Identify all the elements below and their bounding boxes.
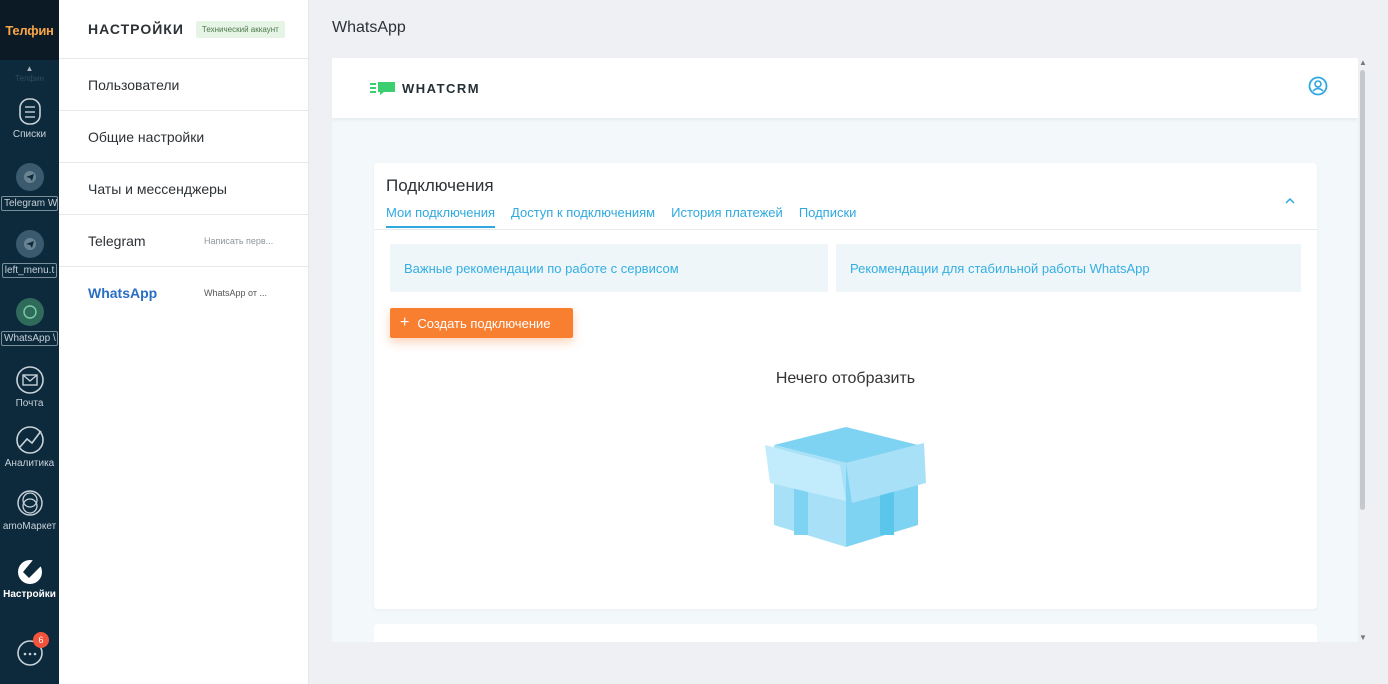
settings-item-label: WhatsApp xyxy=(88,285,158,301)
nav-label: left_menu.t xyxy=(1,263,58,278)
empty-box-icon xyxy=(764,425,928,554)
settings-item-sub: Написать перв... xyxy=(204,235,274,246)
settings-title: НАСТРОЙКИ xyxy=(88,21,184,37)
app-logo[interactable]: Телфин xyxy=(0,0,59,60)
account-badge: Технический аккаунт xyxy=(195,20,285,38)
nav-label: WhatsApp \ xyxy=(1,331,58,346)
card-title: Подключения xyxy=(386,176,494,195)
nav-item-telegram-w[interactable]: Telegram W xyxy=(0,162,59,214)
settings-item-whatsapp[interactable]: WhatsApp WhatsApp от ... xyxy=(59,267,308,319)
scrollbar[interactable]: ▲ ▼ xyxy=(1358,58,1368,642)
scroll-down-arrow[interactable]: ▼ xyxy=(1359,633,1367,642)
settings-item-label: Чаты и мессенджеры xyxy=(88,180,227,197)
nav-item-left-menu[interactable]: left_menu.t xyxy=(0,229,59,281)
nav-label: Аналитика xyxy=(4,458,55,469)
scroll-up-arrow[interactable]: ▲ xyxy=(1359,58,1367,67)
nav-scroll-up[interactable]: ▲ Телфин xyxy=(0,64,59,84)
settings-panel: НАСТРОЙКИ Технический аккаунт Пользовате… xyxy=(59,0,309,684)
settings-item-telegram[interactable]: Telegram Написать перв... xyxy=(59,215,308,267)
nav-scroll-hint: Телфин xyxy=(15,74,44,83)
user-profile-icon[interactable] xyxy=(1308,76,1328,101)
whatcrm-logo: WHATCRM xyxy=(370,81,480,96)
nav-label: Настройки xyxy=(3,589,56,600)
nav-item-whatsapp[interactable]: WhatsApp \ xyxy=(0,297,59,349)
settings-item-chats[interactable]: Чаты и мессенджеры xyxy=(59,163,308,215)
chevron-up-icon[interactable] xyxy=(1285,193,1295,207)
widget-topbar: WHATCRM xyxy=(332,58,1358,118)
nav-item-lists[interactable]: Списки xyxy=(0,96,59,141)
settings-item-general[interactable]: Общие настройки xyxy=(59,111,308,163)
recommendation-link-whatsapp[interactable]: Рекомендации для стабильной работы Whats… xyxy=(836,244,1301,292)
settings-item-label: Пользователи xyxy=(88,76,180,93)
notification-badge: 6 xyxy=(33,632,49,648)
settings-item-label: Telegram xyxy=(88,232,146,249)
whatsapp-icon xyxy=(15,297,45,327)
nav-label: amoМаркет xyxy=(2,521,57,532)
tab-payment-history[interactable]: История платежей xyxy=(671,205,783,228)
recommendation-link-service[interactable]: Важные рекомендации по работе с сервисом xyxy=(390,244,828,292)
market-icon xyxy=(15,488,45,518)
second-card xyxy=(374,624,1317,642)
settings-header: НАСТРОЙКИ Технический аккаунт xyxy=(59,0,308,59)
telegram-icon xyxy=(15,162,45,192)
nav-label: Списки xyxy=(12,129,47,140)
empty-state-text: Нечего отобразить xyxy=(775,370,916,387)
tabs-divider xyxy=(374,229,1317,230)
brand-name: WHATCRM xyxy=(402,80,481,96)
tab-access[interactable]: Доступ к подключениям xyxy=(511,205,655,228)
mail-icon xyxy=(15,365,45,395)
settings-item-users[interactable]: Пользователи xyxy=(59,59,308,111)
nav-label: Почта xyxy=(15,398,44,409)
nav-item-chats[interactable]: 6 xyxy=(0,632,59,668)
tab-my-connections[interactable]: Мои подключения xyxy=(386,205,496,228)
settings-icon xyxy=(15,556,45,586)
widget-frame: WHATCRM Подключения Мои подключения Дост… xyxy=(332,58,1358,642)
settings-item-sub: WhatsApp от ... xyxy=(204,288,267,298)
plus-icon: + xyxy=(400,314,410,331)
scrollbar-thumb[interactable] xyxy=(1360,70,1365,510)
nav-item-market[interactable]: amoМаркет xyxy=(0,488,59,533)
create-connection-label: Создать подключение xyxy=(417,315,551,331)
nav-item-settings[interactable]: Настройки xyxy=(0,556,59,601)
analytics-icon xyxy=(15,425,45,455)
create-connection-button[interactable]: + Создать подключение xyxy=(390,308,573,338)
tab-subscriptions[interactable]: Подписки xyxy=(799,205,857,228)
page-title: WhatsApp xyxy=(332,19,406,36)
list-icon xyxy=(15,96,45,126)
nav-item-mail[interactable]: Почта xyxy=(0,365,59,410)
nav-label: Telegram W xyxy=(1,196,58,211)
settings-item-label: Общие настройки xyxy=(88,128,205,145)
whatcrm-logo-icon xyxy=(370,82,395,95)
connections-card: Подключения Мои подключения Доступ к под… xyxy=(374,163,1317,609)
telegram-icon xyxy=(15,229,45,259)
nav-item-analytics[interactable]: Аналитика xyxy=(0,425,59,470)
card-tabs: Мои подключения Доступ к подключениям Ис… xyxy=(386,205,856,228)
left-navigation: Телфин ▲ Телфин Списки Telegram W left_me… xyxy=(0,0,59,684)
